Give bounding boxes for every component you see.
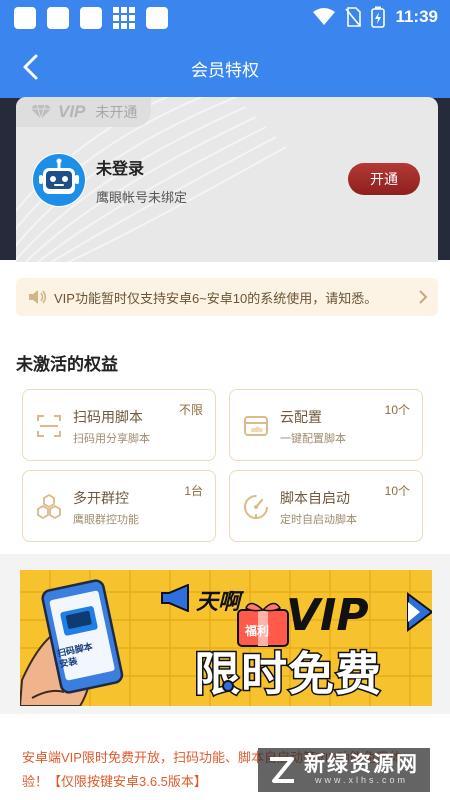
promo-banner[interactable]: 扫码脚本安装 天啊 福利 VIP 限时免费	[20, 570, 432, 706]
no-sim-icon	[345, 7, 362, 27]
speaker-icon	[29, 290, 47, 304]
promo-vip: VIP	[286, 590, 369, 641]
cloud-config-icon	[244, 416, 268, 436]
promo-headline: 限时免费	[193, 646, 383, 703]
watermark-domain: www.xlhs.com	[314, 775, 408, 785]
benefit-quota: 不限	[178, 403, 203, 417]
benefit-multi-control[interactable]: 多开群控 鹰眼群控功能 1台	[22, 470, 216, 542]
watermark-name: 新绿资源网	[304, 753, 419, 776]
benefit-name: 脚本自启动	[280, 490, 350, 506]
promo-dot	[222, 680, 234, 692]
benefit-name: 云配置	[280, 409, 322, 425]
scan-icon	[37, 415, 61, 437]
vip-activation-status: 未开通	[95, 104, 138, 120]
benefit-quota: 10个	[384, 484, 410, 498]
account-binding-status: 鹰眼帐号未绑定	[96, 190, 188, 205]
benefit-desc: 鹰眼群控功能	[73, 514, 139, 526]
status-bar: 11:39	[0, 0, 450, 36]
page-title: 会员特权	[191, 61, 259, 80]
wifi-icon	[313, 8, 336, 25]
phone-hand-illustration	[20, 579, 124, 706]
benefit-name: 多开群控	[73, 490, 129, 506]
vip-label: VIP	[58, 102, 86, 121]
benefit-auto-start[interactable]: 脚本自启动 定时自启动脚本 10个	[229, 470, 423, 542]
notice-banner[interactable]: VIP功能暂时仅支持安卓6~安卓10的系统使用，请知悉。	[16, 278, 438, 316]
benefit-name: 扫码用脚本	[73, 409, 143, 425]
benefits-title: 未激活的权益	[16, 355, 118, 374]
benefit-desc: 扫码用分享脚本	[73, 433, 150, 445]
open-vip-button[interactable]: 开通	[348, 163, 420, 195]
watermark: 新绿资源网 www.xlhs.com	[258, 748, 430, 792]
benefit-quota: 1台	[184, 484, 203, 498]
benefit-quota: 10个	[384, 403, 410, 417]
megaphone-icon	[161, 584, 189, 612]
benefit-cloud-config[interactable]: 云配置 一键配置脚本 10个	[229, 389, 423, 461]
vip-card: VIP 未开通 未登录 鹰眼帐号未绑定 开通	[16, 97, 438, 262]
app-header: 会员特权	[0, 36, 450, 98]
hexagon-cluster-icon	[37, 493, 61, 520]
benefit-scan-script[interactable]: 扫码用脚本 扫码用分享脚本 不限	[22, 389, 216, 461]
battery-charging-icon	[371, 6, 386, 28]
notification-icon	[14, 7, 36, 29]
diamond-icon	[31, 104, 51, 120]
app-grid-icon	[113, 7, 135, 29]
avatar[interactable]	[32, 153, 86, 207]
notification-icon	[47, 7, 69, 29]
benefit-desc: 定时自启动脚本	[280, 514, 357, 526]
notification-icon	[80, 7, 102, 29]
robot-avatar-icon	[33, 154, 85, 206]
clock: 11:39	[395, 7, 438, 26]
user-name[interactable]: 未登录	[96, 155, 144, 179]
benefit-desc: 一键配置脚本	[280, 433, 346, 445]
vip-status-tag: VIP 未开通	[16, 97, 152, 127]
promo-ribbon: 福利	[245, 624, 270, 638]
notification-icon	[146, 7, 168, 29]
arrow-decoration-icon	[407, 592, 432, 632]
notice-text: VIP功能暂时仅支持安卓6~安卓10的系统使用，请知悉。	[54, 290, 378, 306]
watermark-logo-icon	[270, 757, 294, 783]
status-notification-icons	[14, 7, 168, 29]
chevron-right-icon	[419, 290, 428, 304]
timer-icon	[244, 495, 268, 519]
